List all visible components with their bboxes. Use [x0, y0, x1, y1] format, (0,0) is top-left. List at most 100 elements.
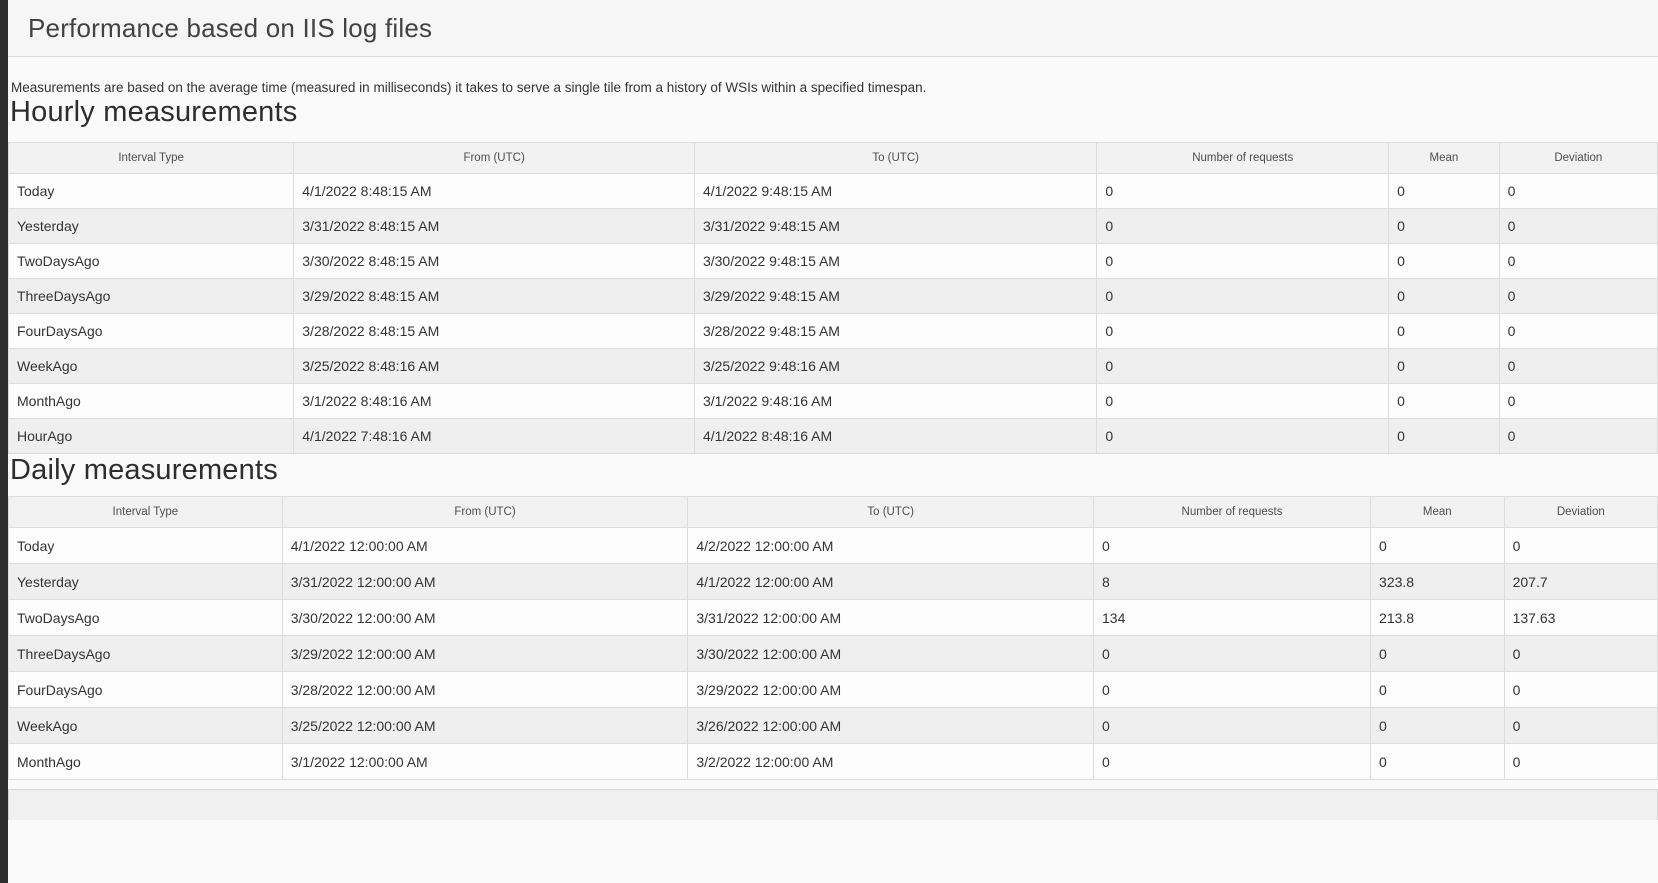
cell-number-of-requests: 0	[1094, 528, 1371, 564]
cell-mean: 323.8	[1371, 564, 1505, 600]
cell-interval-type: Today	[9, 174, 294, 209]
cell-interval-type: FourDaysAgo	[9, 314, 294, 349]
table-row-twodaysago: TwoDaysAgo3/30/2022 12:00:00 AM3/31/2022…	[9, 600, 1658, 636]
cell-interval-type: HourAgo	[9, 419, 294, 454]
hourly-measurements-heading: Hourly measurements	[8, 96, 1658, 129]
cell-from-utc: 3/25/2022 8:48:16 AM	[294, 349, 695, 384]
cell-to-utc: 3/29/2022 9:48:15 AM	[694, 279, 1096, 314]
cell-from-utc: 3/30/2022 12:00:00 AM	[282, 600, 688, 636]
cell-deviation: 0	[1504, 528, 1657, 564]
table-row-today: Today4/1/2022 12:00:00 AM4/2/2022 12:00:…	[9, 528, 1658, 564]
table-row-weekago: WeekAgo3/25/2022 8:48:16 AM3/25/2022 9:4…	[9, 349, 1658, 384]
cell-from-utc: 3/29/2022 12:00:00 AM	[282, 636, 688, 672]
cell-mean: 0	[1371, 528, 1505, 564]
cell-number-of-requests: 0	[1097, 314, 1389, 349]
cell-mean: 0	[1389, 174, 1499, 209]
cell-deviation: 0	[1499, 279, 1657, 314]
cell-from-utc: 3/1/2022 12:00:00 AM	[282, 744, 688, 780]
cell-interval-type: Today	[9, 528, 283, 564]
cell-mean: 0	[1389, 209, 1499, 244]
daily-measurements-heading: Daily measurements	[8, 454, 1658, 487]
cell-deviation: 0	[1504, 672, 1657, 708]
cell-from-utc: 3/1/2022 8:48:16 AM	[294, 384, 695, 419]
cell-from-utc: 3/28/2022 8:48:15 AM	[294, 314, 695, 349]
cell-from-utc: 3/31/2022 12:00:00 AM	[282, 564, 688, 600]
table-row-yesterday: Yesterday3/31/2022 8:48:15 AM3/31/2022 9…	[9, 209, 1658, 244]
cell-from-utc: 4/1/2022 12:00:00 AM	[282, 528, 688, 564]
cell-to-utc: 3/2/2022 12:00:00 AM	[688, 744, 1094, 780]
cell-number-of-requests: 0	[1097, 174, 1389, 209]
cell-interval-type: WeekAgo	[9, 349, 294, 384]
cell-to-utc: 4/1/2022 12:00:00 AM	[688, 564, 1094, 600]
cell-deviation: 0	[1504, 744, 1657, 780]
cell-to-utc: 4/1/2022 8:48:16 AM	[694, 419, 1096, 454]
cell-deviation: 0	[1504, 708, 1657, 744]
column-header-to-utc: To (UTC)	[688, 497, 1094, 528]
cell-number-of-requests: 0	[1097, 384, 1389, 419]
cell-to-utc: 3/31/2022 9:48:15 AM	[694, 209, 1096, 244]
page-description: Measurements are based on the average ti…	[8, 57, 1658, 96]
column-header-interval-type: Interval Type	[9, 497, 283, 528]
daily-measurements-table: Interval TypeFrom (UTC)To (UTC)Number of…	[8, 496, 1658, 780]
table-row-hourago: HourAgo4/1/2022 7:48:16 AM4/1/2022 8:48:…	[9, 419, 1658, 454]
cell-to-utc: 3/1/2022 9:48:16 AM	[694, 384, 1096, 419]
cell-interval-type: Yesterday	[9, 209, 294, 244]
cell-to-utc: 3/30/2022 12:00:00 AM	[688, 636, 1094, 672]
table-row-threedaysago: ThreeDaysAgo3/29/2022 12:00:00 AM3/30/20…	[9, 636, 1658, 672]
cell-to-utc: 4/2/2022 12:00:00 AM	[688, 528, 1094, 564]
cell-interval-type: MonthAgo	[9, 744, 283, 780]
cell-mean: 0	[1371, 708, 1505, 744]
next-table-header-cutoff	[8, 789, 1658, 820]
table-row-today: Today4/1/2022 8:48:15 AM4/1/2022 9:48:15…	[9, 174, 1658, 209]
cell-to-utc: 3/26/2022 12:00:00 AM	[688, 708, 1094, 744]
column-header-number-of-requests: Number of requests	[1097, 143, 1389, 174]
daily-measurements-table-wrap: Interval TypeFrom (UTC)To (UTC)Number of…	[8, 496, 1658, 780]
cell-to-utc: 3/28/2022 9:48:15 AM	[694, 314, 1096, 349]
titlebar: Performance based on IIS log files	[8, 0, 1658, 57]
column-header-number-of-requests: Number of requests	[1094, 497, 1371, 528]
cell-interval-type: TwoDaysAgo	[9, 244, 294, 279]
cell-deviation: 0	[1499, 174, 1657, 209]
cell-deviation: 0	[1499, 209, 1657, 244]
cell-from-utc: 3/30/2022 8:48:15 AM	[294, 244, 695, 279]
cell-number-of-requests: 0	[1097, 244, 1389, 279]
cell-mean: 0	[1371, 636, 1505, 672]
cell-to-utc: 4/1/2022 9:48:15 AM	[694, 174, 1096, 209]
cell-number-of-requests: 134	[1094, 600, 1371, 636]
cell-mean: 0	[1371, 744, 1505, 780]
column-header-interval-type: Interval Type	[9, 143, 294, 174]
column-header-from-utc: From (UTC)	[294, 143, 695, 174]
table-row-fourdaysago: FourDaysAgo3/28/2022 12:00:00 AM3/29/202…	[9, 672, 1658, 708]
cell-mean: 213.8	[1371, 600, 1505, 636]
cell-number-of-requests: 0	[1094, 636, 1371, 672]
cell-number-of-requests: 0	[1097, 419, 1389, 454]
page-title: Performance based on IIS log files	[8, 13, 432, 44]
cell-deviation: 0	[1499, 244, 1657, 279]
cell-interval-type: Yesterday	[9, 564, 283, 600]
cell-from-utc: 3/25/2022 12:00:00 AM	[282, 708, 688, 744]
cell-to-utc: 3/31/2022 12:00:00 AM	[688, 600, 1094, 636]
table-row-yesterday: Yesterday3/31/2022 12:00:00 AM4/1/2022 1…	[9, 564, 1658, 600]
table-row-weekago: WeekAgo3/25/2022 12:00:00 AM3/26/2022 12…	[9, 708, 1658, 744]
cell-deviation: 0	[1499, 419, 1657, 454]
cell-to-utc: 3/30/2022 9:48:15 AM	[694, 244, 1096, 279]
cell-from-utc: 3/28/2022 12:00:00 AM	[282, 672, 688, 708]
column-header-deviation: Deviation	[1504, 497, 1657, 528]
cell-mean: 0	[1389, 384, 1499, 419]
hourly-measurements-table-wrap: Interval TypeFrom (UTC)To (UTC)Number of…	[8, 142, 1658, 454]
column-header-from-utc: From (UTC)	[282, 497, 688, 528]
cell-deviation: 0	[1499, 349, 1657, 384]
column-header-to-utc: To (UTC)	[694, 143, 1096, 174]
table-header-row: Interval TypeFrom (UTC)To (UTC)Number of…	[9, 497, 1658, 528]
cell-interval-type: TwoDaysAgo	[9, 600, 283, 636]
table-row-threedaysago: ThreeDaysAgo3/29/2022 8:48:15 AM3/29/202…	[9, 279, 1658, 314]
cell-deviation: 0	[1499, 314, 1657, 349]
cell-deviation: 137.63	[1504, 600, 1657, 636]
cell-deviation: 0	[1499, 384, 1657, 419]
cell-number-of-requests: 0	[1097, 349, 1389, 384]
cell-interval-type: WeekAgo	[9, 708, 283, 744]
cell-interval-type: MonthAgo	[9, 384, 294, 419]
cell-interval-type: ThreeDaysAgo	[9, 279, 294, 314]
left-edge-dark-strip	[0, 0, 8, 883]
table-row-monthago: MonthAgo3/1/2022 8:48:16 AM3/1/2022 9:48…	[9, 384, 1658, 419]
